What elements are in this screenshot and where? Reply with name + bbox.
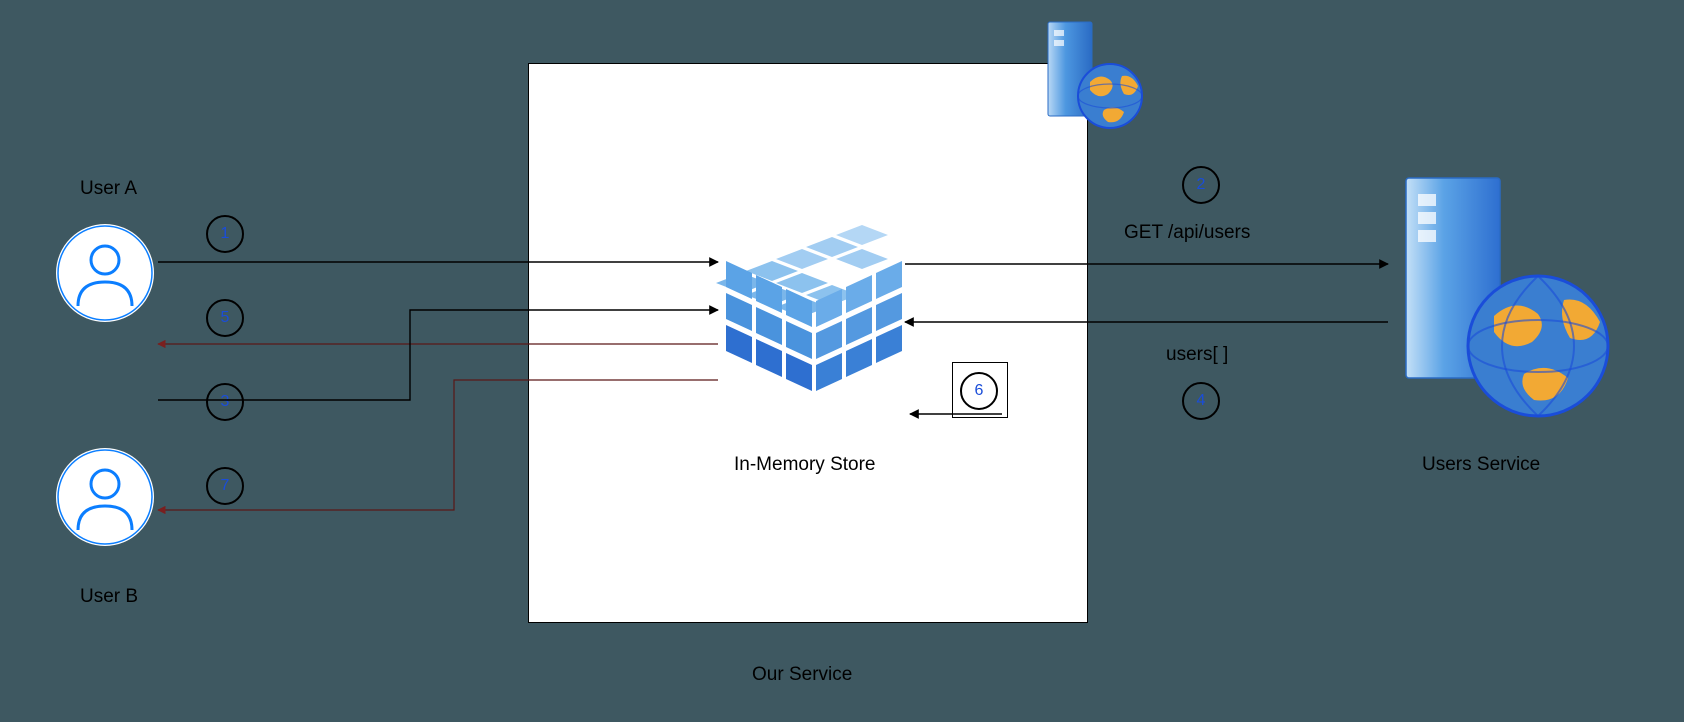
our-service-label: Our Service: [752, 664, 852, 686]
step-number: 7: [221, 477, 230, 495]
users-service-icon: [1382, 170, 1612, 440]
step-2-badge: 2: [1182, 166, 1220, 204]
cube-icon: [716, 213, 906, 423]
user-b-label: User B: [80, 586, 138, 608]
user-a-label: User A: [80, 178, 137, 200]
step-number: 5: [221, 309, 230, 327]
step-1-badge: 1: [206, 215, 244, 253]
step-number: 3: [221, 393, 230, 411]
api-request-label: GET /api/users: [1124, 222, 1250, 244]
step-5-badge: 5: [206, 299, 244, 337]
user-b-icon: [56, 448, 154, 546]
api-response-label: users[ ]: [1166, 344, 1228, 366]
step-4-badge: 4: [1182, 382, 1220, 420]
store-label: In-Memory Store: [734, 454, 875, 476]
step-number: 4: [1197, 392, 1206, 410]
web-server-small-icon: [1036, 16, 1146, 136]
step-7-badge: 7: [206, 467, 244, 505]
step-6-box: [952, 362, 1008, 418]
step-number: 2: [1197, 176, 1206, 194]
users-service-label: Users Service: [1422, 454, 1540, 476]
step-3-badge: 3: [206, 383, 244, 421]
user-a-icon: [56, 224, 154, 322]
step-number: 1: [221, 225, 230, 243]
